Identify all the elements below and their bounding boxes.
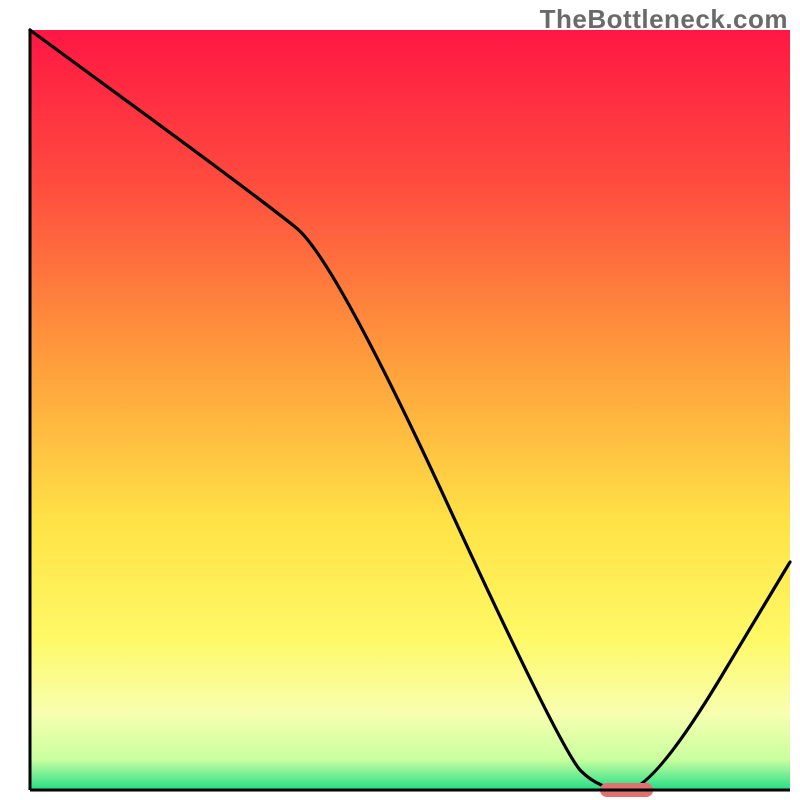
watermark-label: TheBottleneck.com: [540, 4, 788, 35]
chart-container: TheBottleneck.com: [0, 0, 800, 800]
bottleneck-chart: [0, 0, 800, 800]
plot-background: [30, 30, 790, 790]
